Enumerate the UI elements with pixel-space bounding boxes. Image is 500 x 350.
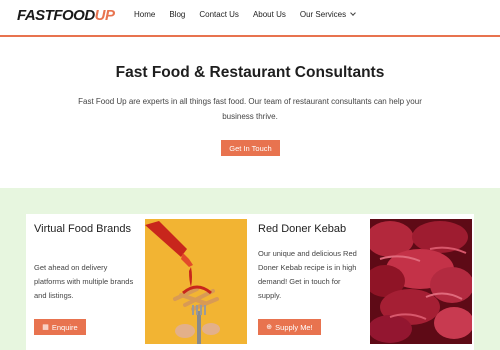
nav-item-blog[interactable]: Blog [169, 10, 185, 19]
card-text-red-doner-kebab: Our unique and delicious Red Doner Kebab… [258, 249, 357, 300]
plus-circle-icon: ⊕ [266, 324, 273, 331]
site-header: FASTFOODUP Home Blog Contact Us About Us… [0, 0, 500, 37]
page-title: Fast Food & Restaurant Consultants [115, 64, 385, 81]
nav-item-about-us[interactable]: About Us [253, 10, 286, 19]
nav-item-contact-us[interactable]: Contact Us [199, 10, 239, 19]
site-logo[interactable]: FASTFOODUP [17, 7, 115, 24]
logo-text-up: UP [94, 7, 115, 24]
enquire-button[interactable]: ▦ Enquire [34, 319, 86, 335]
nav-item-home[interactable]: Home [134, 10, 155, 19]
enquire-button-label: Enquire [51, 322, 78, 332]
chevron-down-icon [350, 10, 356, 16]
logo-text-fastfood: FASTFOOD [17, 7, 95, 24]
hot-sauce-fries-image [145, 219, 247, 344]
card-title-virtual-food-brands: Virtual Food Brands [34, 223, 132, 235]
building-icon: ▦ [42, 324, 49, 331]
get-in-touch-button[interactable]: Get In Touch [221, 140, 280, 156]
nav-item-our-services-label: Our Services [299, 10, 347, 19]
hero-description: Fast Food Up are experts in all things f… [78, 97, 422, 121]
supply-me-button-label: Supply Me! [275, 322, 313, 332]
main-nav: Home Blog Contact Us About Us Our Servic… [134, 10, 369, 19]
nav-item-our-services[interactable]: Our Services [299, 10, 356, 19]
red-doner-meat-illustration [370, 219, 472, 344]
card-title-red-doner-kebab: Red Doner Kebab [258, 223, 347, 235]
hot-sauce-fries-illustration [145, 219, 247, 344]
red-doner-kebab-image [370, 219, 472, 344]
supply-me-button[interactable]: ⊕ Supply Me! [258, 319, 321, 335]
card-text-virtual-food-brands: Get ahead on delivery platforms with mul… [34, 263, 134, 300]
